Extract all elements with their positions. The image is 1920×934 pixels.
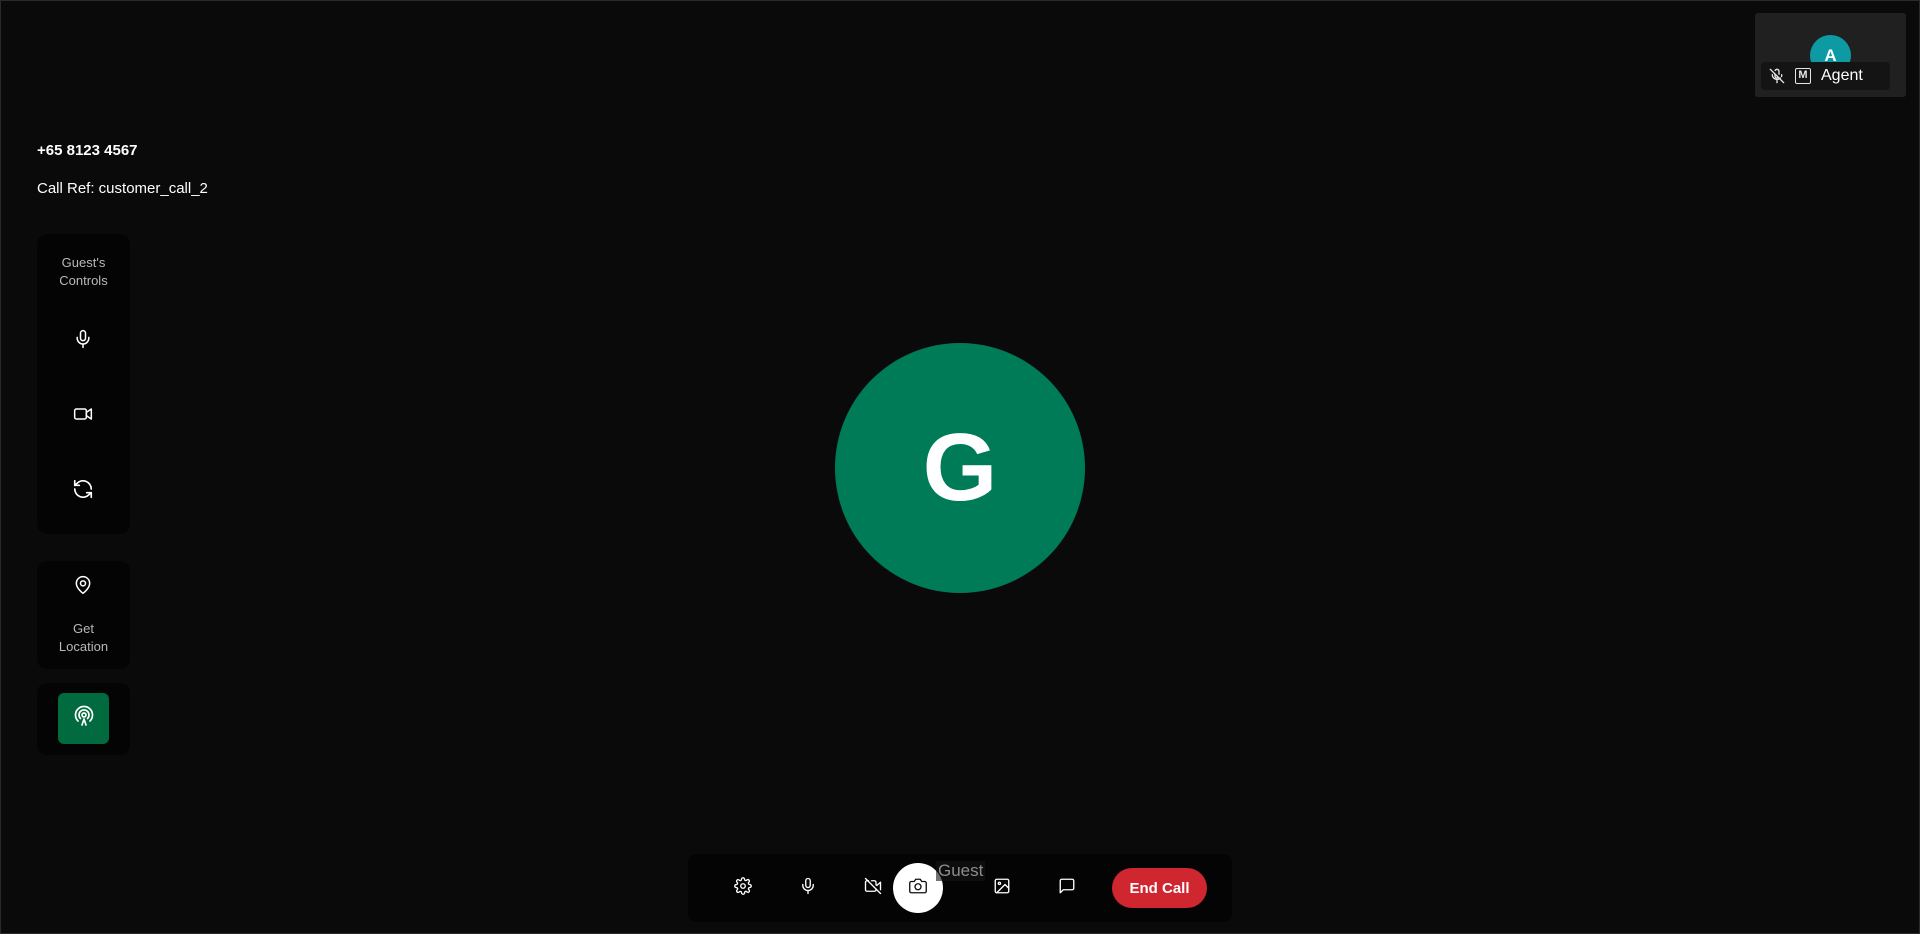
chat-icon <box>1058 877 1076 900</box>
guest-controls-panel: Guest's Controls <box>37 234 130 534</box>
guest-controls-title-line1: Guest's <box>61 255 106 270</box>
camera-capture-icon <box>909 877 927 900</box>
video-camera-icon <box>71 404 95 429</box>
guest-video-button[interactable] <box>63 396 103 436</box>
call-screen: A M Agent +65 8123 4567 Call Ref: custom… <box>0 0 1920 934</box>
broadcast-icon <box>72 704 96 733</box>
settings-button[interactable] <box>723 868 763 908</box>
map-pin-icon <box>73 574 93 601</box>
mic-off-icon <box>1769 68 1785 84</box>
gallery-button[interactable] <box>982 868 1022 908</box>
switch-camera-icon <box>72 478 94 505</box>
get-location-label: Get Location <box>37 620 130 656</box>
guest-switch-camera-button[interactable] <box>63 471 103 511</box>
get-location-label-line1: Get <box>73 621 94 636</box>
self-video-tile[interactable]: A M Agent <box>1755 13 1906 97</box>
guest-name-label: Guest <box>936 861 986 881</box>
mic-button[interactable] <box>788 868 828 908</box>
image-icon <box>993 877 1011 900</box>
video-toggle-button[interactable] <box>853 868 893 908</box>
broadcast-panel <box>37 683 130 755</box>
get-location-button[interactable]: Get Location <box>37 561 130 669</box>
broadcast-button[interactable] <box>58 693 109 744</box>
guest-controls-title-line2: Controls <box>59 273 108 288</box>
call-reference: Call Ref: customer_call_2 <box>37 180 208 197</box>
caller-phone-number: +65 8123 4567 <box>37 142 138 159</box>
moderator-badge: M <box>1795 68 1811 84</box>
gear-icon <box>734 876 752 900</box>
end-call-button[interactable]: End Call <box>1112 868 1207 908</box>
guest-avatar: G <box>835 343 1085 593</box>
guest-mic-button[interactable] <box>63 321 103 361</box>
self-info-bar: M Agent <box>1761 62 1890 90</box>
self-name: Agent <box>1821 67 1863 84</box>
get-location-label-line2: Location <box>58 639 109 654</box>
chat-button[interactable] <box>1047 868 1087 908</box>
guest-controls-title: Guest's Controls <box>37 254 130 290</box>
microphone-icon <box>73 328 93 355</box>
video-off-icon <box>863 877 883 900</box>
microphone-icon <box>799 877 817 900</box>
location-icon-wrap <box>63 567 103 607</box>
